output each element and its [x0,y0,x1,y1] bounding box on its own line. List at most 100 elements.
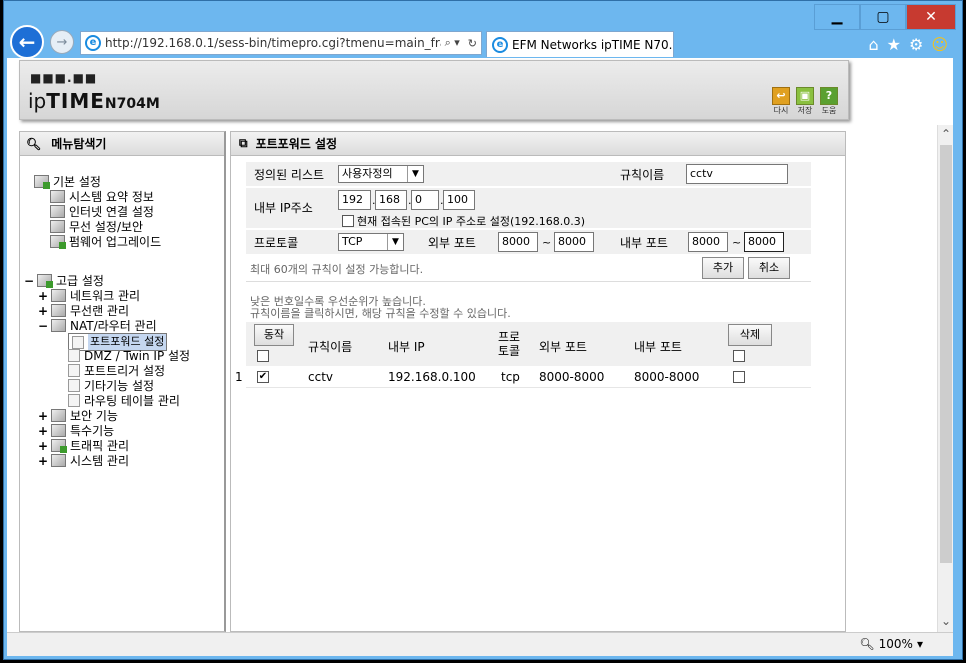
row-delete-checkbox[interactable] [733,371,745,383]
menu-advanced-settings[interactable]: − 고급 설정 [24,273,104,288]
logo-dots: ■■■.■■ [30,71,98,85]
forward-button[interactable]: → [50,30,74,54]
window-icon: ⧉ [239,136,248,150]
add-button[interactable]: 추가 [702,257,744,279]
zoom-level: 100% [878,637,913,651]
chevron-up-icon[interactable]: ⌃ [938,127,954,143]
menu-network-management[interactable]: + 네트워크 관리 [38,288,140,304]
menu-special[interactable]: + 특수기능 [38,423,114,439]
menu-wireless-management[interactable]: + 무선랜 관리 [38,303,129,319]
expand-icon[interactable]: + [38,289,48,303]
ext-port-from-input[interactable]: 8000 [498,232,538,252]
lock-icon [51,409,66,422]
col-protocol: 프로토콜 [498,330,521,358]
tab-title: EFM Networks ipTIME N70... [512,37,674,52]
page-icon [68,349,80,362]
ip-octet-1[interactable]: 192 [338,190,371,210]
select-all-delete-checkbox[interactable] [733,350,745,362]
ip-octet-2[interactable]: 168 [375,190,407,210]
ip-octet-3[interactable]: 0 [411,190,439,210]
main-frame: ⧉ 포트포워드 설정 정의된 리스트 사용자정의 ▼ 규칙이름 cctv 내부 … [230,131,846,632]
select-all-enable-checkbox[interactable] [257,350,269,362]
chart-icon [51,454,66,467]
menu-item-system-summary[interactable]: 시스템 요약 정보 [50,189,154,204]
traffic-icon [51,439,67,453]
vertical-scrollbar[interactable]: ⌃ ⌄ [937,125,953,632]
collapse-icon[interactable]: − [38,319,48,333]
row-rule-name-link[interactable]: cctv [308,370,333,384]
magnifier-icon: 🔍︎ [26,136,42,151]
expand-icon[interactable]: + [38,439,48,453]
menu-explorer: 🔍︎ 메뉴탐색기 기본 설정 시스템 요약 정보 인터넷 연결 설정 무선 설정… [19,131,226,632]
network-icon [51,289,66,302]
menu-item-misc-functions[interactable]: 기타기능 설정 [68,378,154,393]
wireless-icon [51,304,66,317]
menu-item-firmware-upgrade[interactable]: 펌웨어 업그레이드 [50,234,161,249]
minimize-button[interactable]: ▁ [814,4,860,30]
chevron-down-icon: ▼ [407,166,423,182]
browser-toolbar: ⌂ ★ ⚙ ☺ [868,35,948,54]
home-icon[interactable]: ⌂ [868,35,878,54]
search-icon[interactable]: ⌕ ▾ [441,36,464,50]
row-internal-port: 8000-8000 [634,370,700,384]
smiley-icon[interactable]: ☺ [931,35,948,54]
reload-button[interactable]: ↩ 다시 [772,87,790,116]
expand-icon[interactable]: + [38,454,48,468]
menu-system-management[interactable]: + 시스템 관리 [38,453,129,469]
row-protocol: tcp [501,370,520,384]
menu-nat-router[interactable]: − NAT/라우터 관리 [38,318,157,334]
save-button[interactable]: ▣ 저장 [796,87,814,116]
page-title: 포트포워드 설정 [255,137,338,151]
menu-item-routing-table[interactable]: 라우팅 테이블 관리 [68,393,180,408]
menu-item-wireless-security[interactable]: 무선 설정/보안 [50,219,143,234]
chevron-down-icon[interactable]: ⌄ [938,614,954,630]
priority-notes: 낮은 번호일수록 우선순위가 높습니다. 규칙이름을 클릭하시면, 해당 규칙을… [250,295,511,320]
scrollbar-thumb[interactable] [940,145,952,563]
int-port-to-input[interactable]: 8000 [744,232,784,252]
back-button[interactable]: ← [10,25,44,59]
menu-basic-settings[interactable]: 기본 설정 [34,174,101,189]
refresh-icon[interactable]: ↻ [464,37,481,50]
iptime-logo: ipTIMEN704M [28,89,160,113]
ext-port-to-input[interactable]: 8000 [554,232,594,252]
page-viewport: ■■■.■■ ipTIMEN704M ↩ 다시 ▣ 저장 ? 도움 🔍︎ 메뉴탐… [7,58,953,632]
menu-item-port-trigger[interactable]: 포트트리거 설정 [68,363,165,378]
maximize-button[interactable]: ▢ [860,4,906,30]
folder-icon [37,274,53,288]
row-enable-checkbox[interactable]: ✔ [257,371,269,383]
help-icon: ? [820,87,838,105]
page-icon [72,335,84,349]
computer-icon [50,205,65,218]
current-pc-option[interactable]: 현재 접속된 PC의 IP 주소로 설정(192.168.0.3) [342,213,585,229]
rule-name-input[interactable]: cctv [686,164,788,184]
header-buttons: ↩ 다시 ▣ 저장 ? 도움 [772,87,838,116]
form-row-protocol: 프로토콜 TCP ▼ 외부 포트 8000 ~ 8000 내부 포트 8000 … [246,230,811,254]
expand-icon[interactable]: + [38,304,48,318]
help-button[interactable]: ? 도움 [820,87,838,116]
protocol-select[interactable]: TCP ▼ [338,233,404,251]
preset-select[interactable]: 사용자정의 ▼ [338,165,424,183]
menu-item-internet-setup[interactable]: 인터넷 연결 설정 [50,204,154,219]
delete-button[interactable]: 삭제 [728,324,772,346]
address-bar[interactable]: e http://192.168.0.1/sess-bin/timepro.cg… [80,31,482,55]
menu-traffic[interactable]: + 트래픽 관리 [38,438,129,453]
menu-item-dmz[interactable]: DMZ / Twin IP 설정 [68,348,190,363]
zoom-control[interactable]: 🔍︎ 100% ▾ [859,637,923,651]
max-rules-note: 최대 60개의 규칙이 설정 가능합니다. [250,263,424,276]
action-button[interactable]: 동작 [254,324,294,346]
col-external-port: 외부 포트 [539,340,587,354]
browser-tab[interactable]: e EFM Networks ipTIME N70... ✕ [486,31,674,57]
star-icon[interactable]: ★ [887,35,901,54]
reload-icon: ↩ [772,87,790,105]
expand-icon[interactable]: + [38,409,48,423]
ip-octet-4[interactable]: 100 [443,190,475,210]
collapse-icon[interactable]: − [24,274,34,288]
cancel-button[interactable]: 취소 [748,257,790,279]
folder-icon [34,175,50,189]
current-pc-checkbox[interactable] [342,215,354,227]
menu-security[interactable]: + 보안 기능 [38,408,118,424]
expand-icon[interactable]: + [38,424,48,438]
gear-icon[interactable]: ⚙ [909,35,923,54]
int-port-from-input[interactable]: 8000 [688,232,728,252]
close-button[interactable]: ✕ [906,4,956,30]
